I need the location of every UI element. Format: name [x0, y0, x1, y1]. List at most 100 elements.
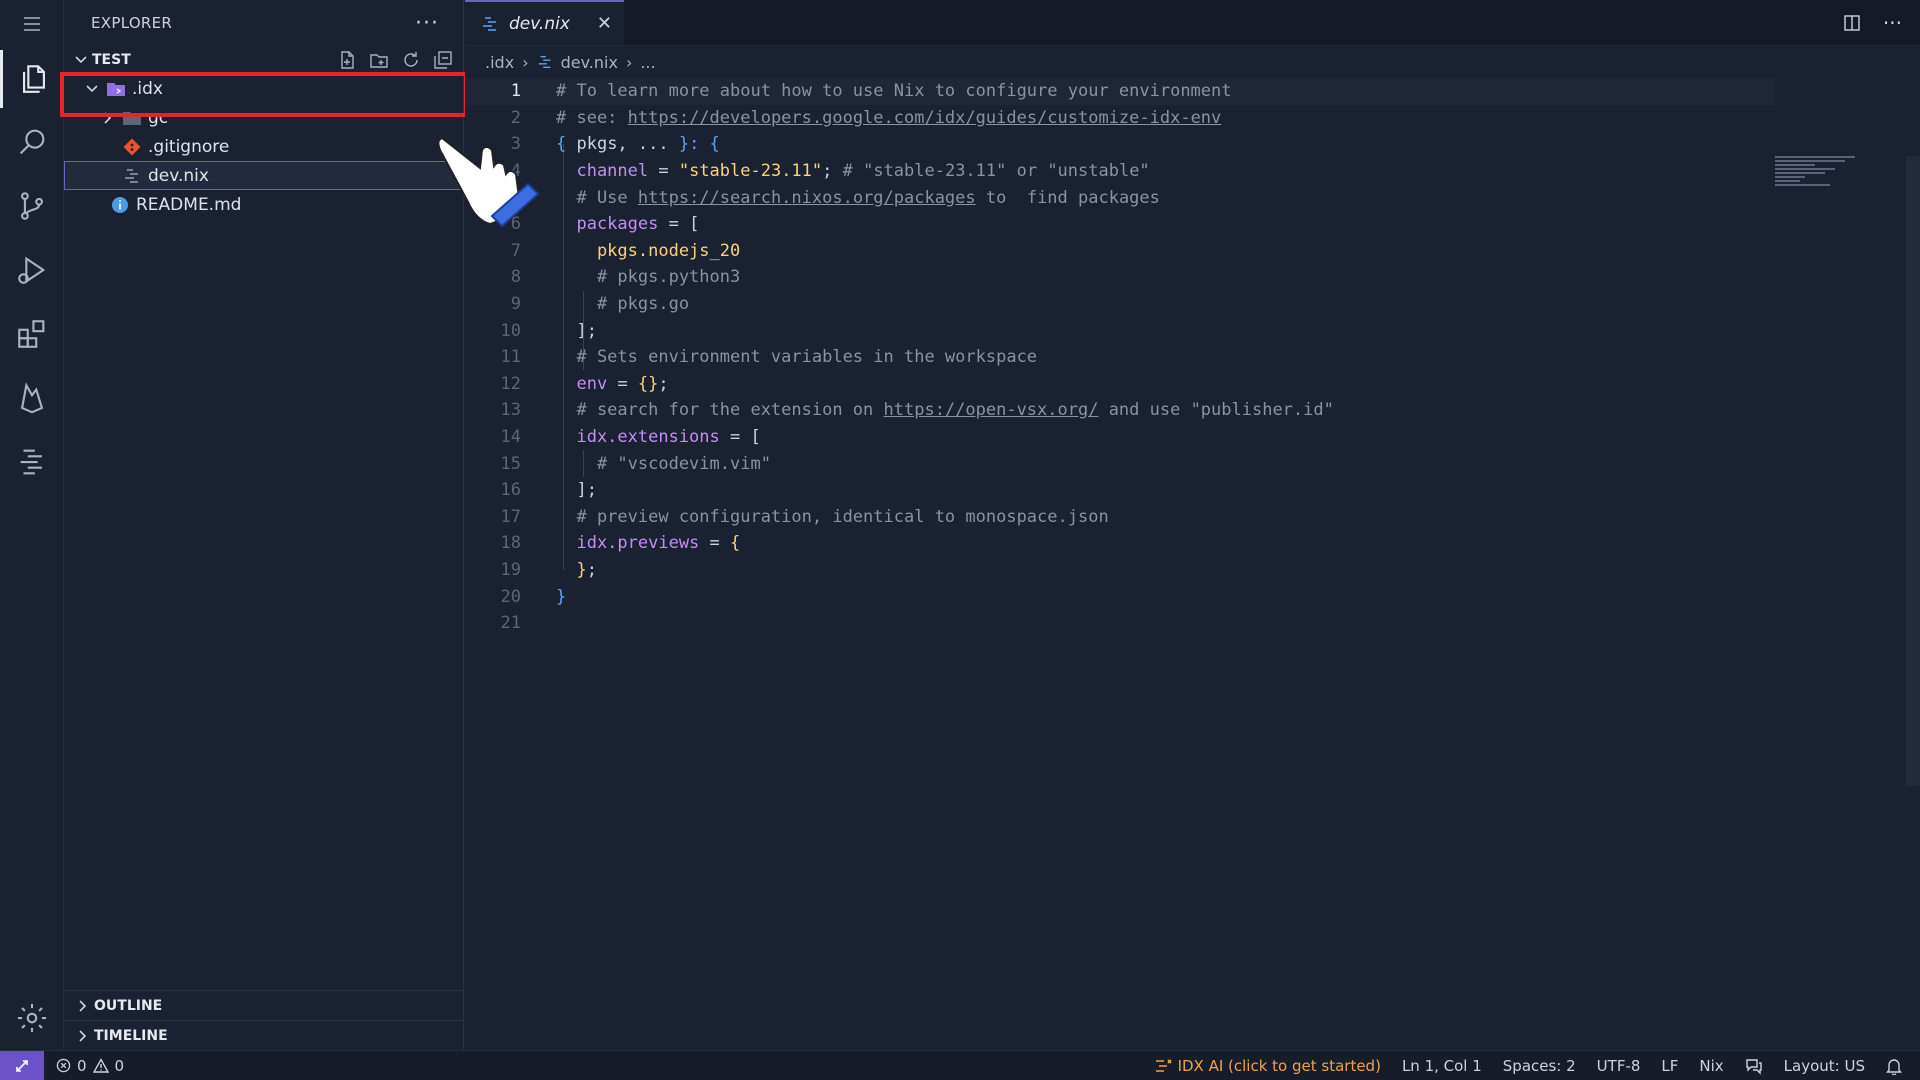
code-editor[interactable]: 1 # To learn more about how to use Nix to…	[465, 78, 1920, 1050]
code-line[interactable]: 16 ];	[465, 477, 1775, 504]
keyboard-layout[interactable]: Layout: US	[1784, 1057, 1865, 1075]
end-of-line[interactable]: LF	[1661, 1057, 1678, 1075]
code-token: ;	[586, 560, 597, 581]
code-token: # Use	[556, 187, 638, 208]
code-text: ];	[556, 321, 596, 341]
code-line[interactable]: 15 # "vscodevim.vim"	[465, 450, 1775, 477]
activity-bar	[0, 0, 64, 1050]
search-icon[interactable]	[0, 113, 64, 171]
chevron-right-icon	[72, 999, 94, 1013]
line-number: 11	[500, 347, 521, 368]
tab-dev-nix[interactable]: dev.nix ✕	[465, 0, 624, 45]
run-debug-icon[interactable]	[0, 241, 64, 299]
code-link[interactable]: https://developers.google.com/idx/guides…	[628, 108, 1222, 128]
code-token: pkgs.nodejs_20	[556, 240, 741, 261]
language-mode[interactable]: Nix	[1699, 1057, 1723, 1075]
code-link[interactable]: https://search.nixos.org/packages	[638, 188, 976, 208]
code-text: env = {};	[556, 374, 668, 394]
breadcrumb-file[interactable]: dev.nix	[561, 53, 618, 72]
tree-item-dev-nix[interactable]: dev.nix	[64, 161, 463, 190]
workspace-name: TEST	[92, 52, 131, 68]
editor-scrollbar[interactable]	[1906, 156, 1920, 786]
code-line[interactable]: 6 packages = [	[465, 211, 1775, 238]
code-text: pkgs.nodejs_20	[556, 241, 740, 261]
code-line[interactable]: 2 # see: https://developers.google.com/id…	[465, 105, 1775, 132]
bell-icon[interactable]	[1886, 1057, 1902, 1075]
line-number: 13	[500, 400, 521, 421]
code-line[interactable]: 9 # pkgs.go	[465, 291, 1775, 318]
new-file-icon[interactable]	[337, 50, 357, 70]
problems-indicator[interactable]: 0 0	[56, 1057, 124, 1075]
indentation[interactable]: Spaces: 2	[1503, 1057, 1576, 1075]
code-token: channel	[556, 161, 659, 182]
encoding[interactable]: UTF-8	[1597, 1057, 1641, 1075]
tree-item-idx-folder[interactable]: .idx	[64, 74, 463, 103]
close-icon[interactable]: ✕	[597, 13, 612, 34]
editor-area: dev.nix ✕ ··· .idx › dev.nix › ... 1 # To	[465, 0, 1920, 1050]
code-token: {	[556, 134, 577, 155]
menu-icon[interactable]	[0, 0, 64, 48]
timeline-panel[interactable]: TIMELINE	[64, 1020, 464, 1050]
code-line[interactable]: 20}	[465, 583, 1775, 610]
code-line[interactable]: 17 # preview configuration, identical to…	[465, 504, 1775, 531]
line-number: 21	[500, 613, 521, 634]
folder-icon	[122, 108, 142, 128]
code-token: to find packages	[975, 187, 1160, 208]
code-line[interactable]: 3{ pkgs, ... }: {	[465, 131, 1775, 158]
code-line[interactable]: 5 # Use https://search.nixos.org/package…	[465, 184, 1775, 211]
breadcrumb-symbol[interactable]: ...	[640, 53, 655, 72]
feedback-icon[interactable]	[1745, 1057, 1763, 1075]
code-line[interactable]: 10 ];	[465, 317, 1775, 344]
timeline-label: TIMELINE	[94, 1027, 168, 1044]
code-text: # preview configuration, identical to mo…	[556, 507, 1108, 527]
firebase-icon[interactable]	[0, 369, 64, 427]
code-line[interactable]: 21	[465, 610, 1775, 637]
code-line[interactable]: 8 # pkgs.python3	[465, 264, 1775, 291]
code-token: and use "publisher.id"	[1098, 400, 1334, 421]
tree-item-readme[interactable]: README.md	[64, 190, 463, 219]
split-editor-icon[interactable]	[1843, 14, 1861, 32]
code-line[interactable]: 11 # Sets environment variables in the w…	[465, 344, 1775, 371]
collapse-all-icon[interactable]	[433, 50, 453, 70]
new-folder-icon[interactable]	[369, 50, 389, 70]
files-icon[interactable]	[0, 50, 64, 108]
code-text: # pkgs.python3	[556, 267, 740, 287]
remote-indicator[interactable]	[0, 1050, 44, 1080]
code-token: = [	[668, 214, 700, 235]
info-icon	[110, 195, 130, 215]
code-token: # search for the extension on	[556, 400, 884, 421]
tree-item-gitignore[interactable]: .gitignore	[64, 132, 463, 161]
code-line[interactable]: 18 idx.previews = {	[465, 530, 1775, 557]
line-number: 19	[500, 560, 521, 581]
outline-label: OUTLINE	[94, 997, 163, 1014]
source-control-icon[interactable]	[0, 177, 64, 235]
cursor-position[interactable]: Ln 1, Col 1	[1402, 1057, 1482, 1075]
more-actions-icon[interactable]: ···	[1883, 11, 1902, 35]
code-text: };	[556, 560, 597, 580]
code-line[interactable]: 4 channel = "stable-23.11"; # "stable-23…	[465, 158, 1775, 185]
outline-list-icon[interactable]	[0, 433, 64, 491]
outline-panel[interactable]: OUTLINE	[64, 990, 464, 1020]
minimap[interactable]	[1775, 156, 1860, 196]
tree-item-label: .idx	[132, 78, 163, 99]
tree-item-gc-folder[interactable]: gc	[64, 103, 463, 132]
breadcrumb-folder[interactable]: .idx	[485, 53, 514, 72]
idx-ai-button[interactable]: IDX AI (click to get started)	[1154, 1057, 1381, 1075]
workspace-section[interactable]: TEST	[64, 46, 463, 74]
code-text: ];	[556, 480, 596, 500]
more-actions-icon[interactable]: ···	[415, 11, 439, 36]
extensions-icon[interactable]	[0, 305, 64, 363]
code-line[interactable]: 13 # search for the extension on https:/…	[465, 397, 1775, 424]
settings-gear-icon[interactable]	[0, 989, 64, 1047]
refresh-icon[interactable]	[401, 50, 421, 70]
code-line[interactable]: 19 };	[465, 557, 1775, 584]
code-line[interactable]: 1 # To learn more about how to use Nix to…	[465, 78, 1775, 105]
code-text: channel = "stable-23.11"; # "stable-23.1…	[556, 161, 1149, 182]
code-line[interactable]: 12 env = {};	[465, 371, 1775, 398]
code-line[interactable]: 14 idx.extensions = [	[465, 424, 1775, 451]
code-link[interactable]: https://open-vsx.org/	[884, 400, 1099, 420]
idx-ai-icon	[1155, 1058, 1172, 1072]
code-line[interactable]: 7 pkgs.nodejs_20	[465, 238, 1775, 265]
code-text: # "vscodevim.vim"	[556, 454, 771, 474]
